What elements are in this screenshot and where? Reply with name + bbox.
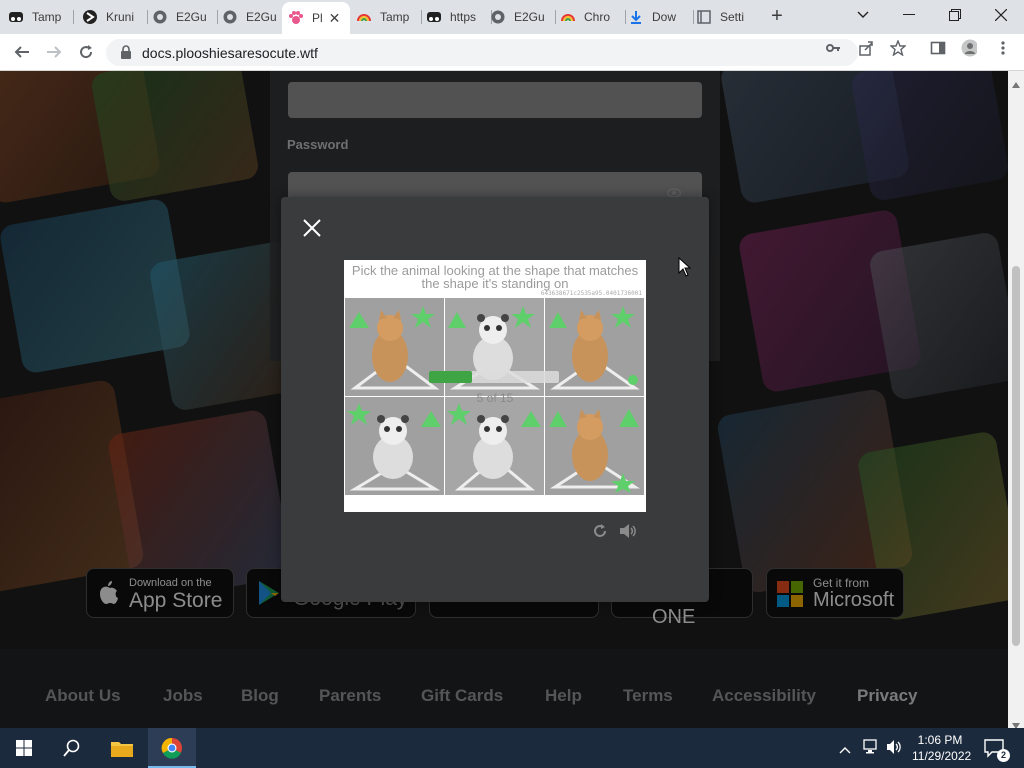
chrome-taskbar-icon[interactable] (148, 728, 196, 768)
tab-0[interactable]: Tamp (8, 4, 74, 30)
captcha-instruction: Pick the animal looking at the shape tha… (351, 263, 639, 291)
minimize-button[interactable] (886, 0, 932, 30)
tab-label: Tamp (32, 10, 62, 24)
tab-label: Chro (584, 10, 611, 24)
new-tab-button[interactable]: + (766, 6, 788, 28)
tab-3[interactable]: E2Gu (222, 4, 288, 30)
settings-page-icon (696, 9, 712, 25)
captcha-cell-5[interactable] (445, 397, 544, 495)
tab-label: https (450, 10, 477, 24)
windows-taskbar: 1:06 PM 11/29/2022 2 (0, 728, 1024, 768)
paw-icon (288, 10, 304, 26)
panda-image (345, 397, 444, 495)
address-bar[interactable]: docs.plooshiesaresocute.wtf (106, 39, 858, 66)
tab-5[interactable]: Tamp (356, 4, 422, 30)
globe-icon (152, 9, 168, 25)
tab-label: Pl (312, 11, 323, 25)
show-hidden-icons-chevron-icon[interactable] (839, 741, 851, 759)
tampermonkey-icon (426, 9, 442, 25)
tab-label: Setti (720, 10, 745, 24)
captcha-challenge: Pick the animal looking at the shape tha… (344, 260, 646, 512)
tab-label: E2Gu (176, 10, 207, 24)
rainbow-icon (560, 9, 576, 25)
tab-1[interactable]: Kruni (82, 4, 148, 30)
restore-button[interactable] (932, 0, 978, 30)
browser-toolbar: docs.plooshiesaresocute.wtf (0, 34, 1024, 71)
tab-7[interactable]: E2Gu (490, 4, 556, 30)
tab-label: Dow (652, 10, 677, 24)
close-icon[interactable] (301, 217, 323, 239)
lock-icon[interactable] (119, 44, 133, 60)
rainbow-icon (356, 9, 372, 25)
panda-image (445, 397, 544, 495)
refresh-icon[interactable] (592, 523, 608, 539)
scroll-up-arrow-icon[interactable] (1012, 75, 1020, 93)
captcha-progress-fill (429, 371, 473, 383)
cat-image (545, 397, 644, 495)
captcha-cell-6[interactable] (545, 397, 644, 495)
share-icon[interactable] (858, 40, 874, 56)
close-tab-icon[interactable]: ✕ (329, 10, 341, 27)
bookmark-star-icon[interactable] (890, 40, 906, 56)
download-icon (628, 9, 644, 25)
tab-strip: Tamp Kruni E2Gu E2Gu Pl ✕ Tamp https E2G… (0, 0, 1024, 34)
tab-8[interactable]: Chro (560, 4, 626, 30)
krunker-icon (82, 9, 98, 25)
globe-icon (490, 9, 506, 25)
captcha-cell-3[interactable] (545, 298, 644, 396)
back-arrow-icon[interactable] (10, 40, 34, 64)
globe-icon (222, 9, 238, 25)
tab-search-chevron-icon[interactable] (840, 0, 886, 30)
profile-avatar-icon[interactable] (961, 39, 977, 57)
web-page: Password Download on the App Store Googl… (0, 71, 1008, 728)
tab-6[interactable]: https (426, 4, 492, 30)
side-panel-icon[interactable] (930, 40, 946, 56)
audio-icon[interactable] (619, 523, 639, 539)
key-icon[interactable] (825, 40, 841, 56)
clock-time: 1:06 PM (917, 733, 963, 747)
system-clock[interactable]: 1:06 PM 11/29/2022 (912, 732, 972, 764)
tab-10[interactable]: Setti (696, 4, 758, 30)
captcha-progress-bar (429, 371, 559, 383)
tab-label: Kruni (106, 10, 135, 24)
tab-label: E2Gu (246, 10, 277, 24)
tab-4-active[interactable]: Pl ✕ (282, 2, 350, 34)
scrollbar-thumb[interactable] (1012, 266, 1020, 646)
captcha-hash: 643638671c2535a95.0401736001 (540, 290, 642, 297)
cat-image (545, 298, 644, 396)
forward-arrow-icon[interactable] (42, 40, 66, 64)
captcha-progress-text: 5 of 15 (476, 391, 514, 405)
page-scrollbar[interactable] (1008, 71, 1024, 729)
file-explorer-icon[interactable] (98, 728, 146, 768)
tab-label: E2Gu (514, 10, 545, 24)
captcha-cell-4[interactable] (345, 397, 444, 495)
close-window-button[interactable] (978, 0, 1024, 30)
clock-date: 11/29/2022 (912, 749, 972, 763)
captcha-modal: Pick the animal looking at the shape tha… (281, 197, 709, 602)
menu-kebab-icon[interactable] (995, 40, 1011, 56)
network-icon[interactable] (862, 739, 880, 760)
tab-2[interactable]: E2Gu (152, 4, 218, 30)
tab-label: Tamp (380, 10, 410, 24)
mouse-cursor-icon (678, 256, 692, 282)
reload-icon[interactable] (74, 40, 98, 64)
start-windows-icon[interactable] (0, 728, 48, 768)
tab-9[interactable]: Dow (628, 4, 694, 30)
notification-count-badge: 2 (997, 749, 1010, 762)
tampermonkey-icon (8, 9, 24, 25)
search-icon[interactable] (48, 728, 96, 768)
volume-icon[interactable] (886, 739, 904, 760)
url-text[interactable]: docs.plooshiesaresocute.wtf (142, 45, 318, 61)
